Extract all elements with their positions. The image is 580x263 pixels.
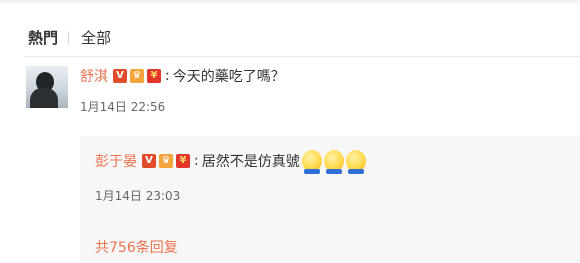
reply-time: 1月14日 23:03	[95, 189, 181, 203]
reply-line: 彭于晏 V ♛ ¥ : 居然不是仿真號	[95, 150, 366, 174]
avatar-silhouette-body	[30, 88, 58, 108]
reply-username[interactable]: 彭于晏	[95, 151, 137, 171]
top-edge	[0, 0, 580, 3]
crown-badge-icon[interactable]: ♛	[130, 69, 144, 83]
comment-tabs: 熱門 全部	[28, 27, 111, 48]
more-replies-link[interactable]: 共756条回复	[95, 237, 178, 257]
comment-username[interactable]: 舒淇	[80, 66, 108, 86]
crown-badge-icon[interactable]: ♛	[159, 154, 173, 168]
red-envelope-icon[interactable]: ¥	[176, 154, 190, 168]
comment-separator: :	[165, 68, 170, 84]
emoji-icon	[345, 150, 366, 174]
emoji-icon	[323, 150, 344, 174]
tab-hot[interactable]: 熱門	[28, 27, 58, 48]
comment-time: 1月14日 22:56	[80, 100, 166, 114]
emoji-icon	[301, 150, 322, 174]
tab-divider	[68, 30, 70, 45]
reply-text: 居然不是仿真號	[201, 154, 300, 170]
comment-text: 今天的藥吃了嗎？	[172, 69, 285, 85]
reply-separator: :	[194, 153, 199, 169]
v-badge-icon[interactable]: V	[142, 154, 156, 168]
v-badge-icon[interactable]: V	[113, 69, 127, 83]
divider	[24, 56, 580, 57]
avatar[interactable]	[26, 66, 68, 108]
comment-line: 舒淇 V ♛ ¥ : 今天的藥吃了嗎？	[80, 66, 285, 86]
red-envelope-icon[interactable]: ¥	[147, 69, 161, 83]
tab-all[interactable]: 全部	[81, 27, 111, 48]
